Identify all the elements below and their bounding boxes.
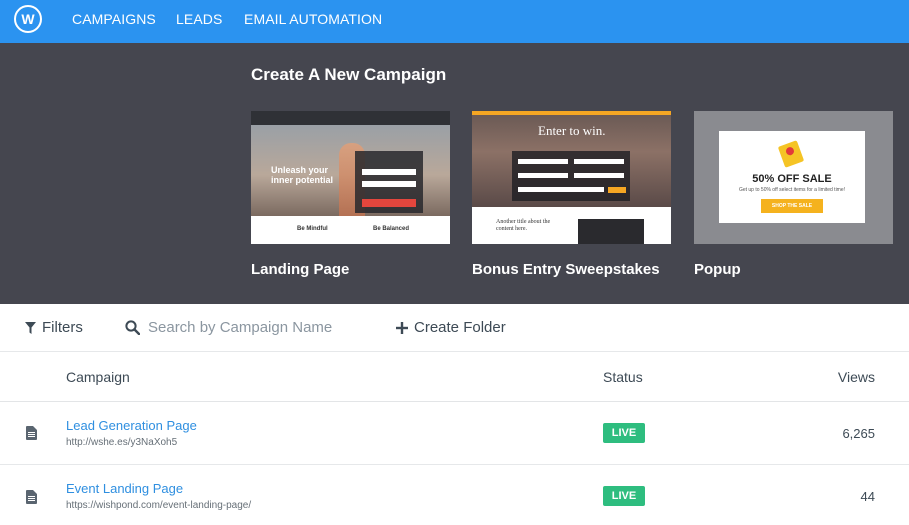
nav-item-campaigns[interactable]: CAMPAIGNS (72, 11, 156, 27)
thumb-footer: Another title about the content here. (472, 207, 671, 244)
create-campaign-section: Create A New Campaign Unleash your inner… (0, 43, 909, 304)
thumb-form (355, 151, 423, 213)
table-header: Campaign Status Views (0, 352, 909, 402)
create-folder-button[interactable]: Create Folder (396, 319, 506, 336)
search-placeholder: Search by Campaign Name (148, 319, 333, 336)
thumb-headline: Unleash your inner potential (271, 165, 334, 185)
sweepstakes-template-card[interactable]: Enter to win. Another title about the co… (472, 111, 671, 244)
thumb-header-bar (251, 111, 450, 125)
thumb-form (512, 151, 630, 201)
thumb-headline: Enter to win. (538, 123, 606, 138)
sale-tag-icon (777, 140, 805, 168)
plus-icon (396, 321, 408, 334)
campaign-name-link[interactable]: Event Landing Page (66, 481, 183, 496)
wishpond-logo-icon[interactable]: W (14, 5, 42, 33)
table-row[interactable]: Event Landing Page https://wishpond.com/… (0, 465, 909, 525)
sweepstakes-label[interactable]: Bonus Entry Sweepstakes (472, 261, 660, 278)
landing-page-label[interactable]: Landing Page (251, 261, 349, 278)
popup-label[interactable]: Popup (694, 261, 741, 278)
filter-icon (25, 321, 36, 334)
campaign-url: https://wishpond.com/event-landing-page/ (66, 500, 252, 511)
campaign-name-link[interactable]: Lead Generation Page (66, 418, 197, 433)
column-campaign[interactable]: Campaign (66, 369, 130, 385)
thumb-subtext: Another title about the content here. (496, 219, 551, 232)
column-views[interactable]: Views (838, 369, 875, 385)
search-icon (125, 320, 140, 335)
column-status[interactable]: Status (603, 369, 643, 385)
thumb-footer: Be Mindful Be Balanced (251, 216, 450, 244)
thumb-col-1: Be Mindful (297, 226, 328, 232)
thumb-col-2: Be Balanced (373, 226, 410, 232)
nav-item-email-automation[interactable]: EMAIL AUTOMATION (244, 11, 382, 27)
thumb-popup: 50% OFF SALE Get up to 50% off select it… (719, 131, 865, 223)
views-count: 6,265 (842, 426, 875, 441)
thumb-button: SHOP THE SALE (761, 199, 823, 213)
thumb-hero-image: Enter to win. (472, 115, 671, 207)
thumb-subtext: Get up to 50% off select items for a lim… (738, 187, 846, 193)
search-input[interactable]: Search by Campaign Name (125, 319, 332, 336)
campaign-toolbar: Filters Search by Campaign Name Create F… (0, 304, 909, 352)
thumb-image (578, 219, 644, 244)
campaign-url: http://wshe.es/y3NaXoh5 (66, 437, 178, 448)
status-badge: LIVE (603, 486, 645, 506)
document-icon (26, 490, 37, 504)
section-title: Create A New Campaign (251, 65, 447, 84)
filters-button[interactable]: Filters (25, 319, 83, 336)
thumb-headline: 50% OFF SALE (752, 173, 832, 185)
top-nav: W CAMPAIGNS LEADS EMAIL AUTOMATION (0, 0, 909, 43)
thumb-hero-image: Unleash your inner potential (251, 125, 450, 229)
document-icon (26, 426, 37, 440)
status-badge: LIVE (603, 423, 645, 443)
create-folder-label: Create Folder (414, 319, 506, 336)
nav-item-leads[interactable]: LEADS (176, 11, 222, 27)
views-count: 44 (860, 489, 875, 504)
popup-template-card[interactable]: 50% OFF SALE Get up to 50% off select it… (694, 111, 893, 244)
table-row[interactable]: Lead Generation Page http://wshe.es/y3Na… (0, 402, 909, 465)
landing-page-template-card[interactable]: Unleash your inner potential Be Mindful … (251, 111, 450, 244)
filters-label: Filters (42, 319, 83, 336)
